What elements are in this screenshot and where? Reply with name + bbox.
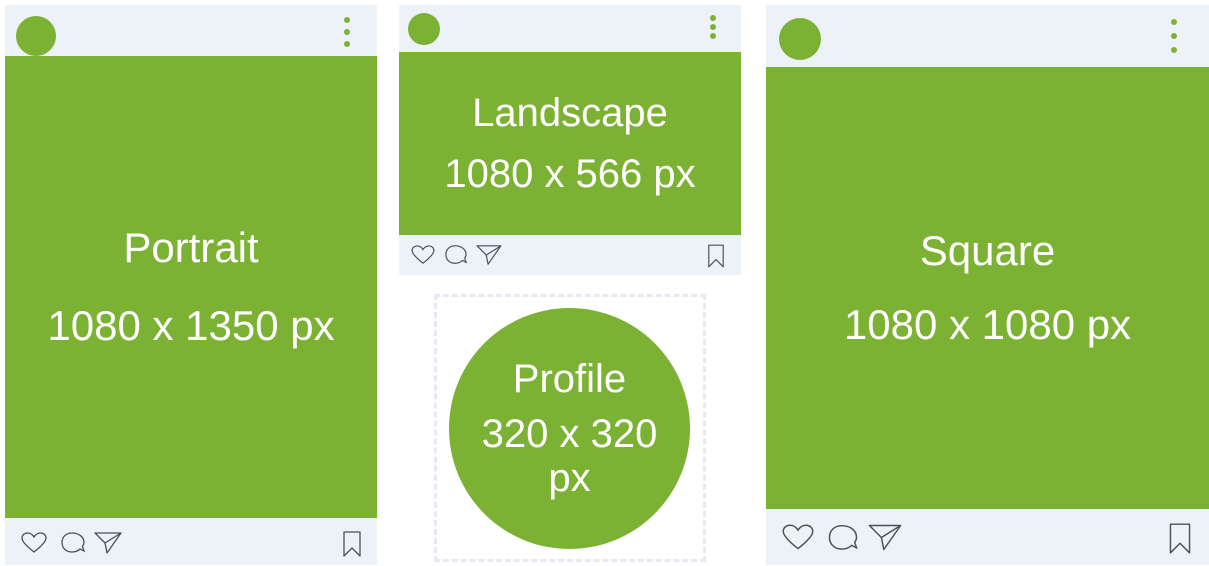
- bookmark-icon[interactable]: [1168, 523, 1192, 554]
- heart-icon[interactable]: [21, 532, 47, 554]
- format-size: 1080 x 1080 px: [843, 301, 1132, 348]
- more-vertical-icon[interactable]: [710, 15, 716, 39]
- format-size: 1080 x 1350 px: [47, 302, 335, 349]
- format-title: Portrait: [123, 224, 259, 271]
- format-size: 1080 x 566 px: [444, 151, 696, 196]
- share-icon[interactable]: [867, 523, 903, 552]
- format-title: Landscape: [472, 90, 668, 135]
- bookmark-icon[interactable]: [342, 531, 362, 557]
- format-size: 320 x 320 px: [481, 412, 658, 500]
- profile-picture: Profile 320 x 320 px: [449, 308, 690, 549]
- comment-icon[interactable]: [444, 244, 468, 266]
- share-icon[interactable]: [475, 244, 503, 266]
- format-title: Profile: [512, 357, 627, 401]
- avatar[interactable]: [16, 16, 56, 56]
- landscape-post-card: Landscape 1080 x 566 px: [399, 5, 741, 275]
- bookmark-icon[interactable]: [707, 244, 725, 268]
- portrait-post-card: Portrait 1080 x 1350 px: [5, 5, 377, 565]
- more-vertical-icon[interactable]: [344, 17, 350, 47]
- post-media: Landscape 1080 x 566 px: [399, 52, 741, 235]
- heart-icon[interactable]: [782, 524, 814, 551]
- post-media: Square 1080 x 1080 px: [766, 67, 1209, 509]
- heart-icon[interactable]: [411, 245, 435, 265]
- post-actions: [766, 521, 1209, 557]
- post-media: Portrait 1080 x 1350 px: [5, 56, 377, 518]
- square-post-card: Square 1080 x 1080 px: [766, 5, 1209, 565]
- format-title: Square: [919, 227, 1056, 274]
- more-vertical-icon[interactable]: [1171, 19, 1177, 53]
- post-actions: [5, 529, 377, 559]
- avatar[interactable]: [779, 18, 821, 60]
- comment-icon[interactable]: [827, 523, 859, 553]
- post-actions: [399, 243, 741, 271]
- share-icon[interactable]: [93, 531, 123, 555]
- avatar[interactable]: [408, 13, 440, 45]
- comment-icon[interactable]: [60, 531, 86, 555]
